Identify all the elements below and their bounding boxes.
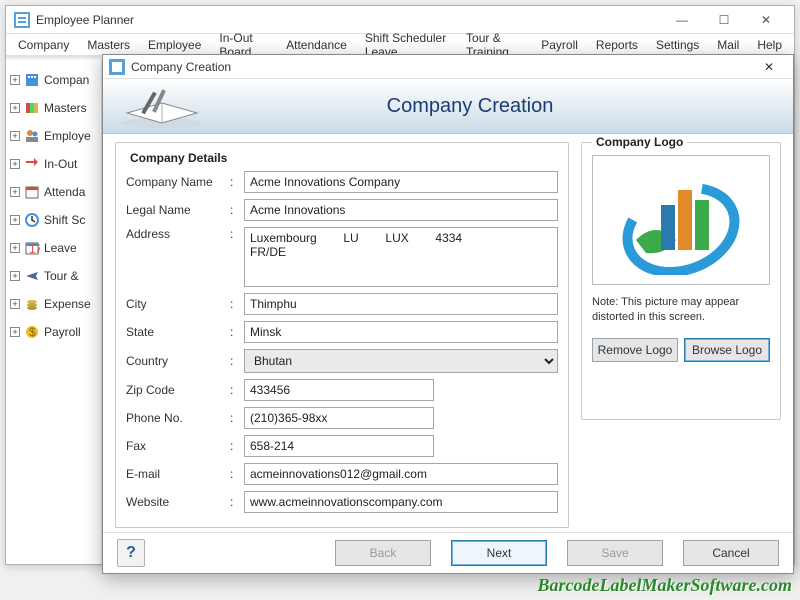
help-button[interactable]: ? [117,539,145,567]
website-field[interactable] [244,491,558,513]
building-icon [24,72,40,88]
tree-item-masters[interactable]: +Masters [8,94,99,122]
menu-settings[interactable]: Settings [648,36,707,54]
label-zip: Zip Code [126,383,230,397]
label-website: Website [126,495,230,509]
clock-icon [24,212,40,228]
label-phone: Phone No. [126,411,230,425]
country-select[interactable]: Bhutan [244,349,558,373]
tree-item-shift[interactable]: +Shift Sc [8,206,99,234]
label-company-name: Company Name [126,175,230,189]
fax-field[interactable] [244,435,434,457]
dialog-close-button[interactable]: ✕ [751,57,787,77]
back-button[interactable]: Back [335,540,431,566]
calendar2-icon: 17 [24,240,40,256]
tree-item-expense[interactable]: +Expense [8,290,99,318]
dialog-titlebar: Company Creation ✕ [103,55,793,79]
label-legal-name: Legal Name [126,203,230,217]
logo-group-title: Company Logo [592,135,687,149]
people-icon [24,128,40,144]
company-name-field[interactable] [244,171,558,193]
state-field[interactable] [244,321,558,343]
label-fax: Fax [126,439,230,453]
menu-attendance[interactable]: Attendance [278,36,355,54]
dialog-banner: Company Creation [103,79,793,134]
address-field[interactable] [244,227,558,287]
dialog-icon [109,59,125,75]
company-details-group: Company Details Company Name: Legal Name… [115,142,569,528]
menubar: Company Masters Employee In-Out Board At… [6,34,794,56]
phone-field[interactable] [244,407,434,429]
label-state: State [126,325,230,339]
minimize-button[interactable]: — [662,9,702,31]
menu-reports[interactable]: Reports [588,36,646,54]
logo-image-icon [606,165,756,275]
city-field[interactable] [244,293,558,315]
label-city: City [126,297,230,311]
menu-masters[interactable]: Masters [79,36,138,54]
tree-item-inout[interactable]: +In-Out [8,150,99,178]
logo-note: Note: This picture may appear distorted … [592,295,770,324]
save-button[interactable]: Save [567,540,663,566]
menu-company[interactable]: Company [10,36,77,54]
logo-preview [592,155,770,285]
money-icon: $ [24,324,40,340]
watermark: BarcodeLabelMakerSoftware.com [538,575,792,596]
tree-item-company[interactable]: +Compan [8,66,99,94]
arrows-icon [24,156,40,172]
maximize-button[interactable]: ☐ [704,9,744,31]
menu-employee[interactable]: Employee [140,36,209,54]
legal-name-field[interactable] [244,199,558,221]
menu-help[interactable]: Help [749,36,790,54]
company-logo-group: Company Logo Note: This picture may appe… [581,142,781,420]
tree-item-employee[interactable]: +Employe [8,122,99,150]
cancel-button[interactable]: Cancel [683,540,779,566]
email-field[interactable] [244,463,558,485]
menu-payroll[interactable]: Payroll [533,36,586,54]
label-country: Country [126,354,230,368]
calendar-icon [24,184,40,200]
window-title: Employee Planner [36,13,662,27]
nav-tree: +Compan +Masters +Employe +In-Out +Atten… [6,60,102,564]
notebook-icon [117,83,207,129]
svg-text:17: 17 [29,242,40,256]
tree-item-payroll[interactable]: +$Payroll [8,318,99,346]
details-group-title: Company Details [126,151,231,165]
company-creation-dialog: Company Creation ✕ Company Creation Comp… [102,54,794,574]
zip-field[interactable] [244,379,434,401]
svg-text:$: $ [29,325,36,339]
dialog-footer: ? Back Next Save Cancel [103,532,793,573]
plane-icon [24,268,40,284]
app-icon [14,12,30,28]
banner-title: Company Creation [207,95,793,118]
tree-item-attendance[interactable]: +Attenda [8,178,99,206]
next-button[interactable]: Next [451,540,547,566]
label-address: Address [126,227,230,241]
tree-item-tour[interactable]: +Tour & [8,262,99,290]
menu-mail[interactable]: Mail [709,36,747,54]
remove-logo-button[interactable]: Remove Logo [592,338,678,362]
close-button[interactable]: ✕ [746,9,786,31]
books-icon [24,100,40,116]
browse-logo-button[interactable]: Browse Logo [684,338,770,362]
tree-item-leave[interactable]: +17Leave [8,234,99,262]
dialog-title: Company Creation [131,60,751,74]
label-email: E-mail [126,467,230,481]
coins-icon [24,296,40,312]
